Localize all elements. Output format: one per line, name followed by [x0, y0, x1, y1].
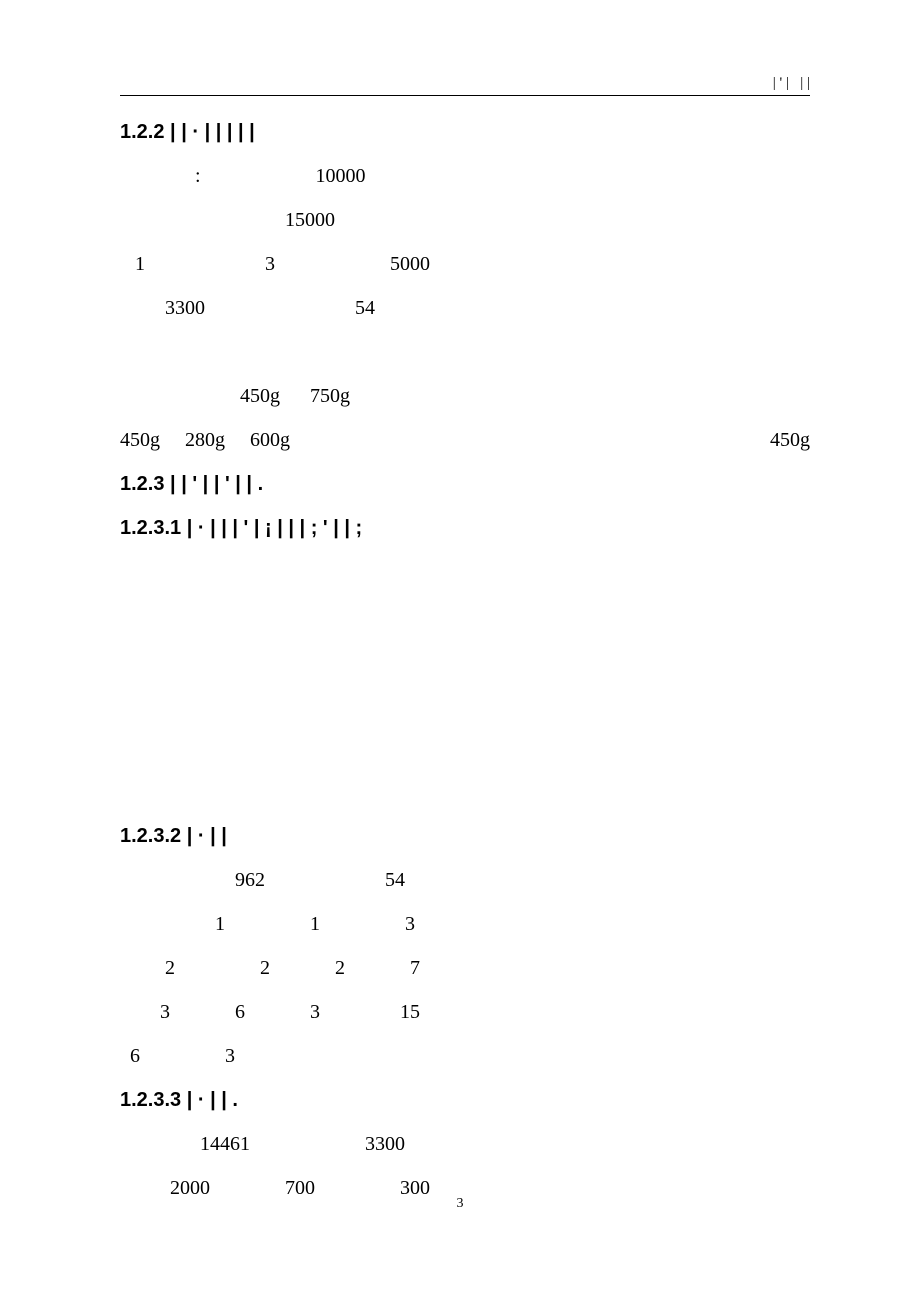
section-number: 1.2.3.1: [120, 517, 181, 539]
section-number: 1.2.3: [120, 473, 164, 495]
document-content: 1.2.2 | | · | | | | | : 10000 15000 1 3 …: [120, 110, 810, 1210]
heading-1-2-2: 1.2.2 | | · | | | | |: [120, 110, 810, 154]
paragraph-text: 3 6 3 15: [120, 990, 810, 1034]
section-title: | | ' | | ' | | .: [170, 473, 263, 495]
paragraph-text: 6 3: [120, 1034, 810, 1078]
paragraph-text: : 10000: [120, 154, 810, 198]
header-text: | ' | | |: [773, 75, 810, 92]
paragraph-text: 2 2 2 7: [120, 946, 810, 990]
section-title: | · | |: [187, 825, 227, 847]
heading-1-2-3-3: 1.2.3.3 | · | | .: [120, 1078, 810, 1122]
blank-paragraph: [120, 682, 810, 726]
paragraph-text: 450g 750g: [120, 374, 810, 418]
paragraph-text: 450g: [770, 418, 810, 462]
blank-paragraph: [120, 594, 810, 638]
heading-1-2-3-2: 1.2.3.2 | · | |: [120, 814, 810, 858]
blank-paragraph: [120, 550, 810, 594]
paragraph-text: [120, 330, 810, 374]
heading-1-2-3: 1.2.3 | | ' | | ' | | .: [120, 462, 810, 506]
paragraph-text: 15000: [120, 198, 810, 242]
section-number: 1.2.3.3: [120, 1089, 181, 1111]
blank-paragraph: [120, 770, 810, 814]
section-title: | · | | | ' | ¡ | | | ; ' | | ;: [187, 517, 362, 539]
header-separator: [120, 95, 810, 96]
section-number: 1.2.2: [120, 121, 164, 143]
paragraph-text: 3300 54: [120, 286, 810, 330]
blank-paragraph: [120, 638, 810, 682]
page-number: 3: [0, 1196, 920, 1212]
heading-1-2-3-1: 1.2.3.1 | · | | | ' | ¡ | | | ; ' | | ;: [120, 506, 810, 550]
section-title: | | · | | | | |: [170, 121, 255, 143]
blank-paragraph: [120, 726, 810, 770]
paragraph-text: 450g 280g 600g: [120, 418, 290, 462]
paragraph-text: 1 3 5000: [120, 242, 810, 286]
section-title: | · | | .: [187, 1089, 238, 1111]
paragraph-text: 1 1 3: [120, 902, 810, 946]
section-number: 1.2.3.2: [120, 825, 181, 847]
paragraph-text: 962 54: [120, 858, 810, 902]
paragraph-row: 450g 280g 600g 450g: [120, 418, 810, 462]
paragraph-text: 14461 3300: [120, 1122, 810, 1166]
